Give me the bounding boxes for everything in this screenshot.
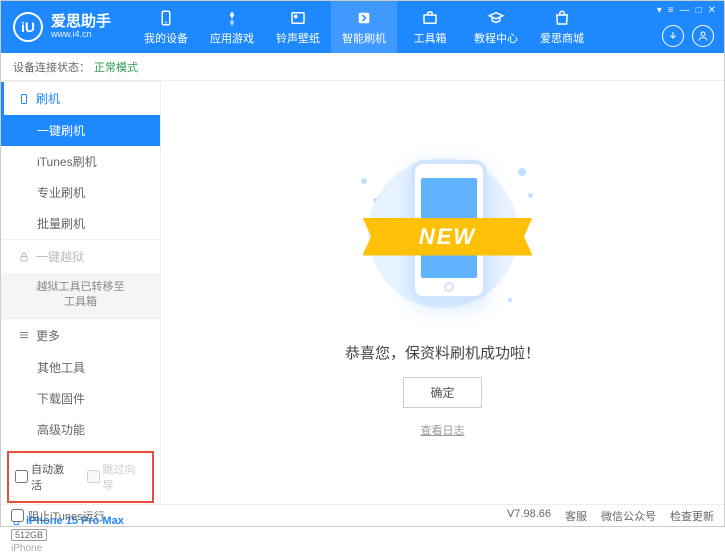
- bag-icon: [553, 9, 571, 27]
- nav-tab-store[interactable]: 爱思商城: [529, 1, 595, 53]
- logo-area: iU 爱思助手 www.i4.cn: [1, 12, 123, 42]
- nav-label: 教程中心: [474, 30, 518, 46]
- app-title: 爱思助手: [51, 14, 111, 31]
- nav-tab-ringtone[interactable]: 铃声壁纸: [265, 1, 331, 53]
- download-button[interactable]: [662, 25, 684, 47]
- confirm-button[interactable]: 确定: [403, 377, 481, 408]
- nav-tab-device[interactable]: 我的设备: [133, 1, 199, 53]
- sidebar-header-flash[interactable]: 刷机: [1, 82, 160, 115]
- image-icon: [289, 9, 307, 27]
- phone-icon: [157, 9, 175, 27]
- version-label: V7.98.66: [507, 508, 551, 524]
- toolbox-icon: [421, 9, 439, 27]
- sidebar-header-label: 一键越狱: [36, 248, 84, 265]
- new-ribbon: NEW: [363, 218, 533, 256]
- sidebar-item-batch[interactable]: 批量刷机: [1, 208, 160, 239]
- app-logo-icon: iU: [13, 12, 43, 42]
- nav-tab-toolbox[interactable]: 工具箱: [397, 1, 463, 53]
- menu-icon[interactable]: ▾: [657, 5, 662, 16]
- status-value: 正常模式: [94, 59, 138, 75]
- nav-tab-apps[interactable]: 应用游戏: [199, 1, 265, 53]
- sidebar: 刷机 一键刷机 iTunes刷机 专业刷机 批量刷机 一键越狱 越狱工具已转移至…: [1, 81, 161, 504]
- settings-icon[interactable]: ≡: [668, 5, 674, 16]
- success-illustration: NEW: [353, 148, 533, 328]
- checkbox-input[interactable]: [87, 470, 100, 483]
- maximize-icon[interactable]: □: [696, 5, 702, 16]
- status-bar: 设备连接状态： 正常模式: [1, 53, 724, 81]
- sidebar-item-itunes[interactable]: iTunes刷机: [1, 146, 160, 177]
- success-message: 恭喜您，保资料刷机成功啦！: [345, 342, 540, 363]
- options-highlighted-box: 自动激活 跳过向导: [7, 451, 154, 503]
- main-content: NEW 恭喜您，保资料刷机成功啦！ 确定 查看日志: [161, 81, 724, 504]
- phone-small-icon: [18, 93, 30, 105]
- app-subtitle: www.i4.cn: [51, 30, 111, 40]
- apps-icon: [223, 9, 241, 27]
- sidebar-item-oneclick[interactable]: 一键刷机: [1, 115, 160, 146]
- checkbox-block-itunes[interactable]: 阻止iTunes运行: [11, 508, 105, 524]
- sidebar-header-more[interactable]: 更多: [1, 319, 160, 352]
- checkbox-label: 阻止iTunes运行: [28, 508, 105, 524]
- flash-icon: [355, 9, 373, 27]
- footer-link-update[interactable]: 检查更新: [670, 508, 714, 524]
- view-log-link[interactable]: 查看日志: [421, 422, 465, 438]
- sidebar-item-advanced[interactable]: 高级功能: [1, 414, 160, 445]
- checkbox-label: 跳过向导: [103, 461, 147, 493]
- nav-label: 我的设备: [144, 30, 188, 46]
- sidebar-header-label: 更多: [36, 327, 60, 344]
- nav-label: 智能刷机: [342, 30, 386, 46]
- sidebar-item-pro[interactable]: 专业刷机: [1, 177, 160, 208]
- checkbox-input[interactable]: [11, 509, 24, 522]
- nav-label: 爱思商城: [540, 30, 584, 46]
- close-icon[interactable]: ✕: [708, 5, 716, 16]
- checkbox-input[interactable]: [15, 470, 28, 483]
- nav-tabs: 我的设备 应用游戏 铃声壁纸 智能刷机 工具箱 教程中心 爱思商城: [133, 1, 595, 53]
- device-storage-badge: 512GB: [11, 529, 47, 541]
- footer-link-wechat[interactable]: 微信公众号: [601, 508, 656, 524]
- minimize-icon[interactable]: —: [680, 5, 690, 16]
- checkbox-auto-activate[interactable]: 自动激活: [15, 461, 75, 493]
- graduation-icon: [487, 9, 505, 27]
- sidebar-header-jailbreak: 一键越狱: [1, 240, 160, 273]
- footer-link-support[interactable]: 客服: [565, 508, 587, 524]
- nav-tab-flash[interactable]: 智能刷机: [331, 1, 397, 53]
- checkbox-skip-guide[interactable]: 跳过向导: [87, 461, 147, 493]
- sidebar-jailbreak-notice: 越狱工具已转移至 工具箱: [1, 273, 160, 318]
- device-type: iPhone: [11, 543, 150, 554]
- nav-label: 铃声壁纸: [276, 30, 320, 46]
- user-button[interactable]: [692, 25, 714, 47]
- nav-label: 应用游戏: [210, 30, 254, 46]
- window-controls: ▾ ≡ — □ ✕: [657, 5, 716, 16]
- nav-label: 工具箱: [414, 30, 447, 46]
- list-icon: [18, 329, 30, 341]
- app-header: iU 爱思助手 www.i4.cn 我的设备 应用游戏 铃声壁纸 智能刷机 工具…: [1, 1, 724, 53]
- user-icon: [697, 30, 709, 42]
- download-icon: [667, 30, 679, 42]
- nav-tab-tutorial[interactable]: 教程中心: [463, 1, 529, 53]
- lock-icon: [18, 251, 30, 263]
- sidebar-item-other-tools[interactable]: 其他工具: [1, 352, 160, 383]
- checkbox-label: 自动激活: [31, 461, 75, 493]
- sidebar-header-label: 刷机: [36, 90, 60, 107]
- sidebar-item-download-fw[interactable]: 下载固件: [1, 383, 160, 414]
- status-label: 设备连接状态：: [13, 59, 90, 75]
